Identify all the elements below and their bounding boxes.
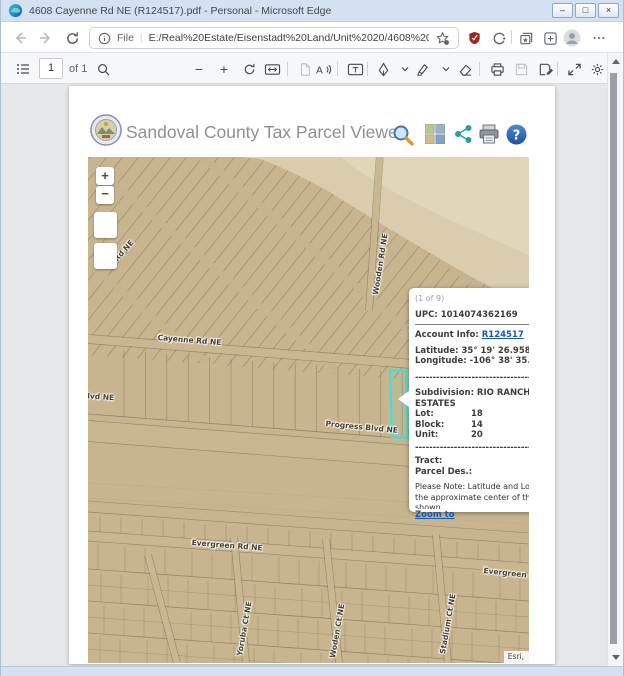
favorites-star-icon[interactable] [435, 31, 450, 46]
vertical-scrollbar[interactable] [607, 53, 623, 666]
zoom-to-link[interactable]: Zoom to [415, 510, 529, 521]
print-icon[interactable] [487, 59, 507, 79]
maximize-button[interactable]: □ [575, 3, 596, 18]
subdivision-value: Subdivision: RIO RANCHO [415, 388, 529, 399]
zoom-out-icon[interactable]: − [189, 59, 209, 79]
unit-row: Unit:20 [415, 430, 529, 441]
url-text: E:/Real%20Estate/Eisenstadt%20Land/Unit%… [149, 32, 429, 44]
address-bar[interactable]: File | E:/Real%20Estate/Eisenstadt%20Lan… [89, 27, 459, 49]
account-info-label: Account Info: [415, 330, 482, 340]
save-icon[interactable] [511, 59, 531, 79]
block-label: Block: [415, 420, 471, 431]
svg-text:A: A [316, 65, 323, 76]
scrollbar-thumb[interactable] [610, 73, 617, 644]
longitude-value: Longitude: -106° 38' 35.439" [415, 356, 529, 367]
popup-divider [415, 324, 529, 325]
save-as-icon[interactable] [535, 59, 555, 79]
doc-search-icon [391, 124, 415, 146]
pdf-page: Sandoval County Tax Parcel Viewe ? [69, 86, 555, 664]
highlight-icon[interactable] [412, 59, 432, 79]
read-aloud-icon[interactable]: A [313, 59, 333, 79]
popup-separator-dashes: ------------------------------------ [415, 443, 529, 454]
profile-avatar[interactable] [563, 29, 581, 47]
edge-logo-icon [8, 3, 23, 18]
pdf-search-icon[interactable] [93, 59, 113, 79]
adblock-shield-icon[interactable] [465, 29, 483, 47]
back-icon[interactable] [11, 29, 29, 47]
popup-note-line: Please Note: Latitude and Longitud [415, 482, 529, 493]
extension-icon[interactable] [490, 29, 508, 47]
popup-separator-dashes: ------------------------------------ [415, 373, 529, 384]
parcel-map: Cayenne Rd NE Blvd NE Progress Blvd NE W… [88, 157, 529, 663]
draw-pen-icon[interactable] [373, 59, 393, 79]
block-row: Block:14 [415, 420, 529, 431]
doc-share-icon [454, 124, 473, 144]
browser-window: 4608 Cayenne Rd NE (R124517).pdf - Perso… [0, 0, 624, 676]
more-menu-icon[interactable] [590, 29, 608, 47]
popup-pointer [398, 391, 409, 407]
popup-note-line: shown. [415, 503, 529, 509]
doc-help-icon: ? [506, 124, 527, 145]
pdf-toolbar: 1 of 1 − + A [1, 53, 609, 84]
erase-icon[interactable] [455, 59, 475, 79]
title-bar: 4608 Cayenne Rd NE (R124517).pdf - Perso… [1, 0, 623, 22]
block-value: 14 [471, 420, 483, 431]
map-zoom-in-button: + [96, 167, 114, 185]
forward-icon[interactable] [37, 29, 55, 47]
road-label: Blvd NE [88, 391, 114, 402]
page-view-icon[interactable] [295, 59, 315, 79]
account-info-row: Account Info: R124517 [415, 330, 529, 341]
add-text-icon[interactable] [345, 59, 365, 79]
parcel-info-popup: (1 of 9) UPC: 1014074362169 Account Info… [409, 288, 529, 512]
sandoval-county-seal [90, 114, 122, 146]
rotate-icon[interactable] [239, 59, 259, 79]
unit-label: Unit: [415, 430, 471, 441]
minimize-button[interactable]: – [552, 3, 573, 18]
popup-pager: (1 of 9) [415, 294, 529, 305]
refresh-icon[interactable] [63, 29, 81, 47]
pdf-settings-gear-icon[interactable] [587, 59, 607, 79]
fullscreen-icon[interactable] [564, 59, 584, 79]
lot-row: Lot:18 [415, 409, 529, 420]
close-button[interactable]: × [598, 3, 619, 18]
popup-note-line: the approximate center of the parc [415, 493, 529, 504]
toc-icon[interactable] [13, 59, 33, 79]
doc-basemap-icon [425, 124, 445, 144]
page-info-icon[interactable] [98, 32, 111, 45]
window-bottom-frame [1, 666, 623, 676]
scroll-down-icon[interactable] [612, 655, 620, 660]
map-tool-button-1 [94, 212, 117, 238]
highlight-chevron-icon[interactable] [436, 59, 456, 79]
subdivision-value-2: ESTATES [415, 399, 529, 410]
scroll-up-icon[interactable] [612, 59, 620, 64]
doc-print-icon [478, 124, 500, 144]
fit-to-width-icon[interactable] [262, 59, 282, 79]
document-title: Sandoval County Tax Parcel Viewe [126, 122, 398, 143]
svg-text:?: ? [513, 129, 521, 144]
latitude-value: Latitude: 35° 19' 26.958" [415, 346, 529, 357]
upc-value: UPC: 1014074362169 [415, 310, 529, 321]
page-count-label: of 1 [69, 63, 87, 75]
page-number-input[interactable]: 1 [39, 58, 63, 79]
url-scheme-label: File [117, 32, 134, 44]
url-separator: | [140, 32, 143, 44]
collections-icon[interactable] [517, 29, 535, 47]
pdf-content-area: Sandoval County Tax Parcel Viewe ? [1, 84, 623, 666]
lot-value: 18 [471, 409, 483, 420]
tract-label: Tract: [415, 456, 529, 467]
parcel-des-label: Parcel Des.: [415, 467, 529, 478]
unit-value: 20 [471, 430, 483, 441]
window-title: 4608 Cayenne Rd NE (R124517).pdf - Perso… [29, 5, 331, 17]
lot-label: Lot: [415, 409, 471, 420]
browser-toolbar: File | E:/Real%20Estate/Eisenstadt%20Lan… [1, 22, 623, 53]
map-attribution: Esri, [504, 651, 529, 663]
account-info-link[interactable]: R124517 [482, 330, 524, 340]
zoom-in-icon[interactable]: + [214, 59, 234, 79]
browser-essentials-icon[interactable] [541, 29, 559, 47]
map-tool-button-2 [94, 243, 117, 269]
map-zoom-out-button: − [96, 186, 114, 204]
